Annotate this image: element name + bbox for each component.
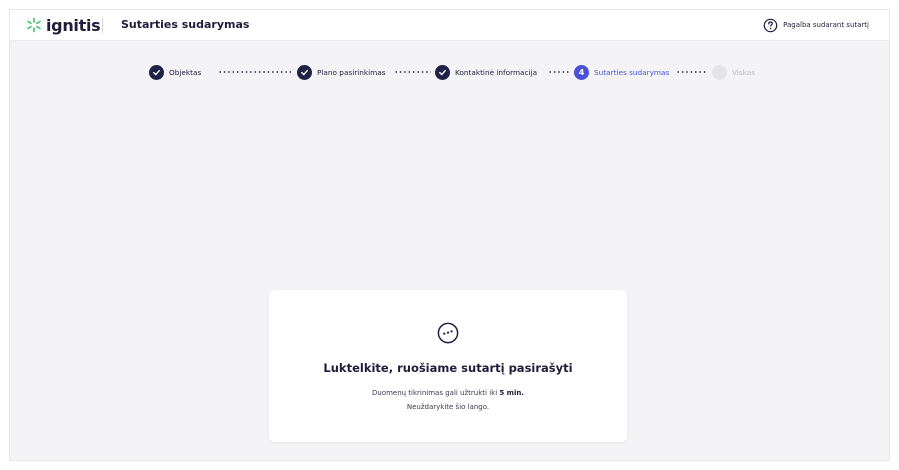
app-window: ignitis Sutarties sudarymas Pagalba suda… <box>9 9 890 461</box>
step-connector <box>548 71 570 73</box>
check-icon <box>297 64 312 80</box>
logo-text: ignitis <box>46 15 101 35</box>
loading-card: Luktelkite, ruošiame sutartį pasirašyti … <box>269 290 627 442</box>
step-label: Objektas <box>169 67 202 77</box>
ignitis-star-icon <box>27 17 41 33</box>
step-plano-pasirinkimas: Plano pasirinkimas <box>297 64 386 80</box>
help-link[interactable]: Pagalba sudarant sutartį <box>763 16 869 34</box>
top-header: ignitis Sutarties sudarymas Pagalba suda… <box>10 10 889 41</box>
step-objektas: Objektas <box>149 64 201 80</box>
loading-duration: 5 min. <box>499 389 525 397</box>
loading-description: Duomenų tikrinimas gali užtrukti iki 5 m… <box>269 389 627 397</box>
loading-title: Luktelkite, ruošiame sutartį pasirašyti <box>323 361 573 375</box>
step-connector <box>676 71 708 73</box>
step-viskas: Viskas <box>712 64 755 80</box>
step-connector <box>218 71 291 73</box>
do-not-close-note: Neuždarykite šio lango. <box>406 403 490 411</box>
loading-dots-icon <box>437 322 459 344</box>
header-divider <box>102 18 103 33</box>
step-label: Kontaktinė informacija <box>455 67 538 77</box>
step-sutarties-sudarymas: 4 Sutarties sudarymas <box>574 64 669 80</box>
page-title: Sutarties sudarymas <box>121 18 250 31</box>
loading-description-text: Duomenų tikrinimas gali užtrukti iki <box>371 389 500 397</box>
pending-step-circle <box>712 64 727 80</box>
step-kontaktine-informacija: Kontaktinė informacija <box>435 64 537 80</box>
help-label: Pagalba sudarant sutartį <box>783 21 869 29</box>
step-label: Plano pasirinkimas <box>317 67 386 77</box>
question-circle-icon <box>763 18 778 32</box>
step-label: Viskas <box>732 67 756 77</box>
check-icon <box>435 64 450 80</box>
step-connector <box>394 71 431 73</box>
check-icon <box>149 64 164 80</box>
step-number-badge: 4 <box>574 64 589 80</box>
step-label: Sutarties sudarymas <box>594 67 670 77</box>
ignitis-logo[interactable]: ignitis <box>26 14 101 36</box>
